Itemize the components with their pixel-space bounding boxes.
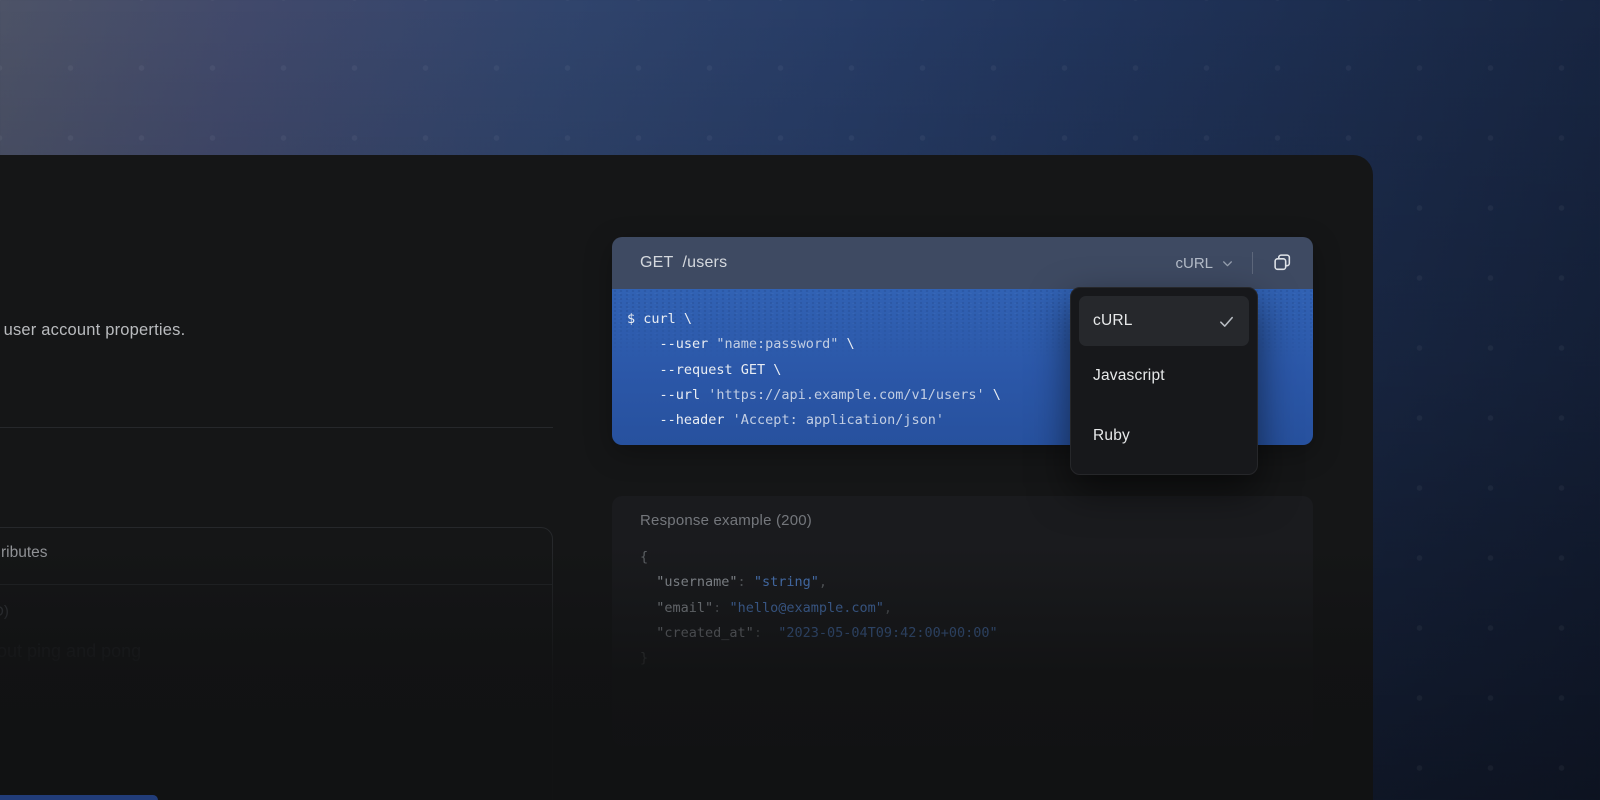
attributes-table: ributes	[0, 527, 553, 800]
code-block-controls: cURL	[1175, 249, 1295, 278]
dropdown-item-label: Ruby	[1093, 427, 1130, 444]
code-segment: 'https://api.example.com/v1/users'	[708, 386, 985, 403]
endpoint-path: /users	[682, 254, 728, 271]
code-line: "email": "hello@example.com",	[640, 596, 1285, 621]
attribute-description: out ping and pong	[0, 641, 142, 661]
language-selector[interactable]: cURL	[1175, 255, 1234, 272]
code-segment: --url	[627, 386, 709, 403]
dropdown-item-javascript[interactable]: Javascript	[1079, 346, 1249, 406]
code-segment: ,	[883, 599, 893, 616]
code-segment: "email"	[656, 599, 714, 616]
code-segment: $ curl \	[627, 311, 693, 327]
code-block-header: GET /users cURL	[612, 237, 1313, 289]
code-segment: 'Accept: application/json'	[732, 412, 944, 429]
code-segment: "name:password"	[716, 336, 839, 353]
dropdown-item-label: cURL	[1093, 312, 1133, 329]
code-line: "username": "string",	[640, 570, 1285, 595]
next-code-block-edge	[0, 795, 158, 800]
docs-panel: t user account properties. ributes D) ou…	[0, 155, 1373, 800]
code-line: {	[640, 545, 1285, 570]
code-segment: "created_at"	[656, 624, 754, 641]
code-segment: --header	[627, 412, 733, 429]
http-method: GET	[640, 254, 674, 271]
endpoint-label: GET /users	[640, 254, 727, 272]
code-segment: --request GET \	[627, 361, 782, 378]
header-divider	[1252, 252, 1253, 274]
language-dropdown-menu: cURL Javascript Ruby	[1070, 287, 1258, 475]
dropdown-item-curl[interactable]: cURL	[1079, 296, 1249, 346]
attributes-heading: ributes	[1, 544, 48, 561]
response-json: { "username": "string", "email": "hello@…	[640, 545, 1285, 671]
dropdown-item-label: Javascript	[1093, 367, 1165, 384]
response-example-panel: Response example (200) { "username": "st…	[612, 496, 1313, 746]
code-segment: "hello@example.com"	[729, 599, 884, 616]
attributes-divider	[0, 584, 552, 585]
copy-button[interactable]	[1269, 249, 1295, 278]
selected-language-label: cURL	[1175, 254, 1213, 272]
code-segment: "username"	[656, 574, 738, 591]
section-divider	[0, 427, 553, 428]
code-segment: ,	[818, 574, 827, 591]
code-segment: "2023-05-04T09:42:00+00:00"	[778, 624, 998, 641]
code-segment: \	[984, 386, 1001, 403]
code-line: }	[640, 646, 1285, 671]
endpoint-description: t user account properties.	[0, 321, 186, 339]
attribute-row: D)	[0, 603, 9, 620]
code-segment: {	[640, 549, 649, 565]
copy-icon	[1271, 251, 1293, 276]
response-example-title: Response example (200)	[640, 512, 812, 529]
code-segment: :	[737, 574, 754, 591]
chevron-down-icon	[1221, 257, 1234, 270]
code-segment: "string"	[753, 574, 819, 591]
code-segment: :	[713, 599, 730, 616]
code-segment: \	[838, 336, 855, 353]
code-line: "created_at": "2023-05-04T09:42:00+00:00…	[640, 621, 1285, 646]
check-icon	[1218, 313, 1235, 330]
dropdown-item-ruby[interactable]: Ruby	[1079, 406, 1249, 466]
code-segment: :	[753, 624, 779, 641]
code-segment: }	[640, 650, 649, 667]
code-segment: --user	[627, 336, 717, 353]
